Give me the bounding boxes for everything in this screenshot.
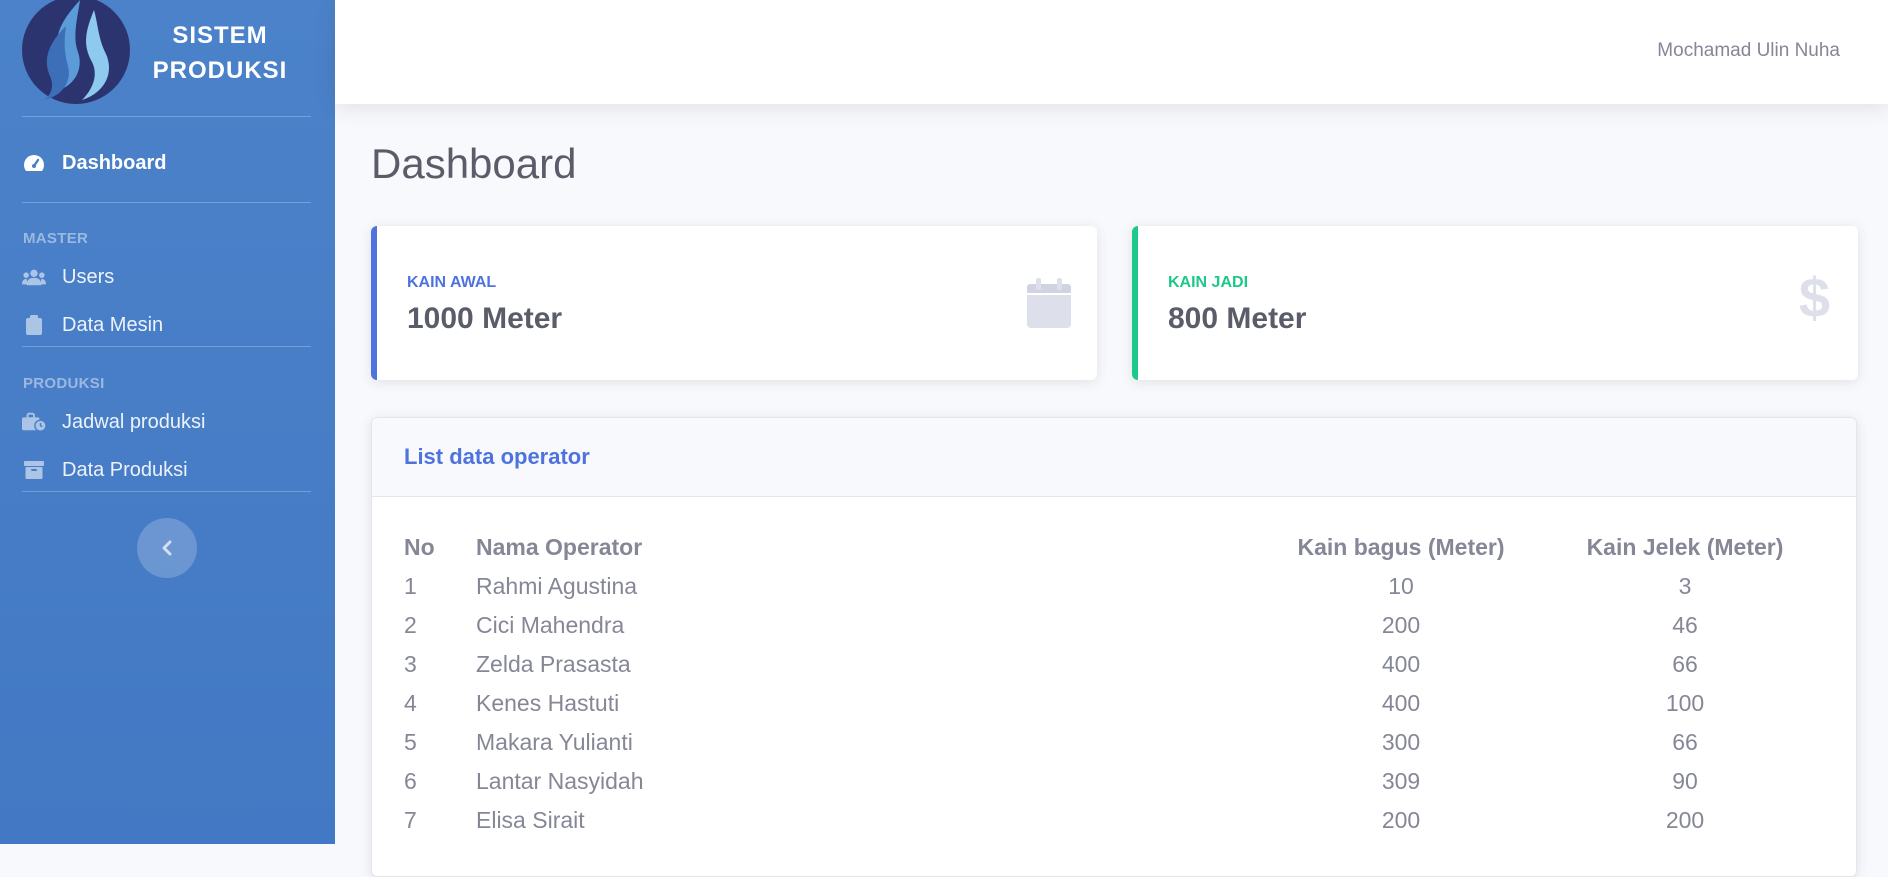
cell-nama-operator: Kenes Hastuti — [476, 690, 620, 716]
business-time-icon — [22, 411, 46, 433]
flame-logo-icon — [22, 0, 130, 104]
operator-table-card: List data operator No Nama Operator Kain… — [371, 417, 1857, 877]
operator-table: No Nama Operator Kain bagus (Meter) Kain… — [404, 528, 1844, 840]
sidebar-heading-produksi: PRODUKSI — [23, 375, 105, 392]
cell-no: 1 — [404, 573, 417, 599]
table-row: 6 Lantar Nasyidah 309 90 — [404, 762, 1844, 801]
table-row: 5 Makara Yulianti 300 66 — [404, 723, 1844, 762]
cell-kain-bagus: 400 — [1381, 651, 1421, 677]
table-header-row: No Nama Operator Kain bagus (Meter) Kain… — [404, 528, 1844, 567]
clipboard-icon — [22, 314, 46, 336]
cell-no: 7 — [404, 807, 417, 833]
cell-no: 6 — [404, 768, 417, 794]
archive-icon — [22, 459, 46, 481]
cell-kain-bagus: 400 — [1381, 690, 1421, 716]
sidebar-item-label: Jadwal produksi — [62, 410, 206, 433]
stat-label: KAIN JADI — [1168, 274, 1249, 291]
sidebar-item-users[interactable]: Users — [22, 260, 312, 294]
cell-kain-jelek: 100 — [1665, 690, 1705, 716]
stat-value: 800 Meter — [1168, 302, 1307, 335]
sidebar-toggle-button[interactable] — [137, 518, 197, 578]
cell-nama-operator: Makara Yulianti — [476, 729, 633, 755]
cell-nama-operator: Rahmi Agustina — [476, 573, 638, 599]
cell-nama-operator: Elisa Sirait — [476, 807, 585, 833]
sidebar-item-label: Users — [62, 265, 115, 288]
user-name[interactable]: Mochamad Ulin Nuha — [1657, 40, 1840, 62]
cell-kain-jelek: 200 — [1665, 807, 1705, 833]
cell-kain-jelek: 90 — [1672, 768, 1698, 794]
column-header-kain-bagus: Kain bagus (Meter) — [1297, 534, 1505, 560]
table-row: 4 Kenes Hastuti 400 100 — [404, 684, 1844, 723]
cell-no: 2 — [404, 612, 417, 638]
cell-kain-jelek: 46 — [1672, 612, 1698, 638]
cell-kain-jelek: 3 — [1678, 573, 1692, 599]
sidebar-divider — [22, 202, 311, 203]
page-title: Dashboard — [371, 140, 577, 187]
stat-card-kain-awal: KAIN AWAL 1000 Meter — [371, 226, 1097, 380]
column-header-nama-operator: Nama Operator — [476, 534, 643, 560]
cell-kain-bagus: 309 — [1381, 768, 1421, 794]
sidebar-item-dashboard[interactable]: Dashboard — [22, 146, 312, 180]
cell-kain-bagus: 10 — [1388, 573, 1414, 599]
cell-nama-operator: Lantar Nasyidah — [476, 768, 644, 794]
cell-no: 4 — [404, 690, 417, 716]
cell-nama-operator: Cici Mahendra — [476, 612, 625, 638]
table-row: 2 Cici Mahendra 200 46 — [404, 606, 1844, 645]
cell-kain-jelek: 66 — [1672, 651, 1698, 677]
cell-nama-operator: Zelda Prasasta — [476, 651, 631, 677]
tachometer-icon — [22, 152, 46, 174]
calendar-icon — [1027, 278, 1071, 328]
sidebar: SISTEM PRODUKSI Dashboard MASTER Users D… — [0, 0, 335, 844]
column-header-no: No — [404, 534, 435, 560]
topbar: Mochamad Ulin Nuha — [335, 0, 1888, 104]
brand-line-2: PRODUKSI — [152, 57, 288, 84]
table-title: List data operator — [404, 444, 590, 469]
stat-value: 1000 Meter — [407, 302, 563, 335]
table-row: 3 Zelda Prasasta 400 66 — [404, 645, 1844, 684]
cell-kain-bagus: 200 — [1381, 807, 1421, 833]
stat-card-kain-jadi: KAIN JADI 800 Meter $ — [1132, 226, 1858, 380]
sidebar-item-label: Data Mesin — [62, 313, 164, 336]
sidebar-item-data-produksi[interactable]: Data Produksi — [22, 453, 312, 487]
sidebar-item-label: Dashboard — [62, 151, 167, 174]
cell-no: 5 — [404, 729, 417, 755]
users-icon — [22, 266, 46, 288]
dollar-icon: $ — [1798, 266, 1830, 329]
sidebar-divider — [22, 491, 311, 492]
sidebar-divider — [22, 346, 311, 347]
brand-line-1: SISTEM — [172, 22, 268, 49]
brand-title: SISTEM PRODUKSI — [140, 18, 300, 88]
table-row: 1 Rahmi Agustina 10 3 — [404, 567, 1844, 606]
sidebar-heading-master: MASTER — [23, 230, 89, 247]
table-row: 7 Elisa Sirait 200 200 — [404, 801, 1844, 840]
cell-no: 3 — [404, 651, 417, 677]
sidebar-item-label: Data Produksi — [62, 458, 188, 481]
cell-kain-jelek: 66 — [1672, 729, 1698, 755]
sidebar-item-data-mesin[interactable]: Data Mesin — [22, 308, 312, 342]
stat-label: KAIN AWAL — [407, 274, 497, 291]
chevron-left-icon — [162, 540, 172, 556]
brand[interactable]: SISTEM PRODUKSI — [0, 0, 335, 116]
sidebar-divider — [22, 116, 311, 117]
cell-kain-bagus: 300 — [1381, 729, 1421, 755]
table-card-header: List data operator — [372, 418, 1856, 497]
column-header-kain-jelek: Kain Jelek (Meter) — [1586, 534, 1784, 560]
sidebar-item-jadwal-produksi[interactable]: Jadwal produksi — [22, 405, 312, 439]
cell-kain-bagus: 200 — [1381, 612, 1421, 638]
